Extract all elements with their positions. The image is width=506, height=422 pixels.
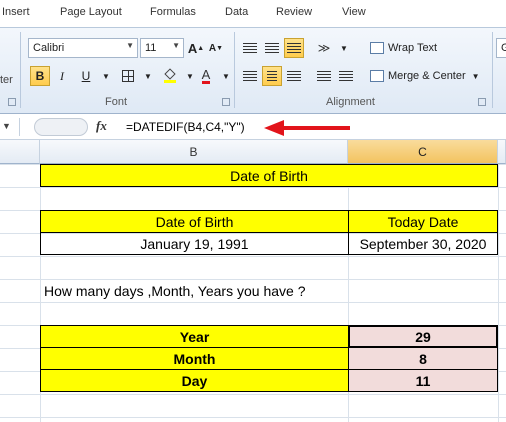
clipboard-launcher-icon[interactable] xyxy=(8,98,16,106)
alignment-launcher-icon[interactable] xyxy=(478,98,486,106)
orientation-icon: ≫ xyxy=(317,41,331,55)
month-value-cell[interactable]: 8 xyxy=(348,347,498,370)
font-name-value: Calibri xyxy=(33,42,65,54)
clipboard-group-cut-label: ter xyxy=(0,74,13,86)
align-left-icon xyxy=(243,71,257,81)
number-format-cut-label: G xyxy=(501,42,506,54)
group-separator xyxy=(20,32,21,108)
underline-button[interactable]: U xyxy=(76,66,96,86)
middle-align-button[interactable] xyxy=(262,38,282,58)
fill-color-button[interactable] xyxy=(160,66,180,86)
red-arrow-head xyxy=(264,120,284,136)
tab-data[interactable]: Data xyxy=(225,6,248,18)
align-left-button[interactable] xyxy=(240,66,260,86)
title-cell[interactable]: Date of Birth xyxy=(40,164,498,187)
tab-review[interactable]: Review xyxy=(276,6,312,18)
column-header-d[interactable] xyxy=(498,140,506,164)
year-value-cell[interactable]: 29 xyxy=(348,325,498,348)
borders-icon xyxy=(122,70,134,82)
font-size-value: 11 xyxy=(145,42,157,54)
font-size-combo[interactable]: 11 ▼ xyxy=(140,38,184,58)
day-value-cell[interactable]: 11 xyxy=(348,369,498,392)
tab-formulas[interactable]: Formulas xyxy=(150,6,196,18)
chevron-down-icon: ▼ xyxy=(126,41,134,50)
insert-function-button[interactable]: fx xyxy=(96,118,107,134)
column-header-a[interactable] xyxy=(0,140,40,164)
align-center-button[interactable] xyxy=(262,66,282,86)
today-header-cell[interactable]: Today Date xyxy=(348,210,498,233)
formula-input[interactable]: =DATEDIF(B4,C4,"Y") xyxy=(126,120,245,134)
year-label-cell[interactable]: Year xyxy=(40,325,349,348)
font-group-label: Font xyxy=(105,96,128,108)
grid-line xyxy=(498,164,499,422)
tab-page-layout[interactable]: Page Layout xyxy=(60,6,122,18)
day-label-cell[interactable]: Day xyxy=(40,369,349,392)
merge-center-label: Merge & Center xyxy=(388,70,466,82)
italic-button[interactable]: I xyxy=(52,66,72,86)
column-header-b[interactable]: B xyxy=(40,140,348,164)
formula-bar: ▼ fx =DATEDIF(B4,C4,"Y") xyxy=(0,114,506,140)
tab-view[interactable]: View xyxy=(342,6,366,18)
formula-bar-controls xyxy=(34,118,88,136)
orientation-dropdown-icon[interactable]: ▼ xyxy=(334,38,354,58)
borders-button[interactable] xyxy=(118,66,138,86)
wrap-text-label: Wrap Text xyxy=(388,42,438,54)
decrease-indent-button[interactable] xyxy=(314,66,334,86)
orientation-button[interactable]: ≫ xyxy=(314,38,334,58)
group-separator xyxy=(492,32,493,108)
grow-font-button[interactable]: A ▲ xyxy=(186,38,206,58)
borders-dropdown-icon[interactable]: ▼ xyxy=(138,66,158,86)
align-center-icon xyxy=(267,71,277,81)
grow-font-icon: A xyxy=(187,40,198,56)
wrap-text-icon xyxy=(370,42,384,54)
dob-header-cell[interactable]: Date of Birth xyxy=(40,210,349,233)
merge-center-button[interactable]: Merge & Center ▼ xyxy=(370,66,480,86)
number-format-combo[interactable]: G xyxy=(496,38,506,58)
increase-indent-icon xyxy=(339,71,353,81)
align-right-button[interactable] xyxy=(284,66,304,86)
month-label-cell[interactable]: Month xyxy=(40,347,349,370)
question-cell[interactable]: How many days ,Month, Years you have ? xyxy=(40,279,498,302)
dob-value-cell[interactable]: January 19, 1991 xyxy=(40,232,349,255)
bottom-align-button[interactable] xyxy=(284,38,304,58)
ribbon-tab-bar: Insert Page Layout Formulas Data Review … xyxy=(0,0,506,28)
group-separator xyxy=(234,32,235,108)
tab-insert[interactable]: Insert xyxy=(2,6,30,18)
red-arrow-shaft xyxy=(282,126,350,130)
shrink-font-icon: A xyxy=(208,42,217,54)
align-right-icon xyxy=(287,71,301,81)
chevron-down-icon: ▼ xyxy=(471,71,480,81)
decrease-indent-icon xyxy=(317,71,331,81)
font-color-button[interactable]: A xyxy=(196,66,216,86)
font-color-dropdown-icon[interactable]: ▼ xyxy=(216,66,236,86)
ribbon: ter Calibri ▼ 11 ▼ A ▲ A ▼ B I U ▼ ▼ ▼ A ▼… xyxy=(0,28,506,114)
shrink-font-button[interactable]: A ▼ xyxy=(206,38,226,58)
font-launcher-icon[interactable] xyxy=(222,98,230,106)
underline-dropdown-icon[interactable]: ▼ xyxy=(96,66,116,86)
top-align-button[interactable] xyxy=(240,38,260,58)
bottom-align-icon xyxy=(287,43,301,53)
font-color-icon: A xyxy=(201,66,211,84)
middle-align-icon xyxy=(265,43,279,53)
wrap-text-button[interactable]: Wrap Text xyxy=(370,38,437,58)
top-align-icon xyxy=(243,43,257,53)
bold-button[interactable]: B xyxy=(30,66,50,86)
today-value-cell[interactable]: September 30, 2020 xyxy=(348,232,498,255)
merge-center-icon xyxy=(370,70,384,82)
alignment-group-label: Alignment xyxy=(326,96,375,108)
column-header-c[interactable]: C xyxy=(348,140,498,164)
font-name-combo[interactable]: Calibri ▼ xyxy=(28,38,138,58)
chevron-down-icon: ▼ xyxy=(172,41,180,50)
name-box-dropdown-icon[interactable]: ▼ xyxy=(0,118,20,136)
paint-bucket-icon xyxy=(164,68,176,83)
increase-indent-button[interactable] xyxy=(336,66,356,86)
